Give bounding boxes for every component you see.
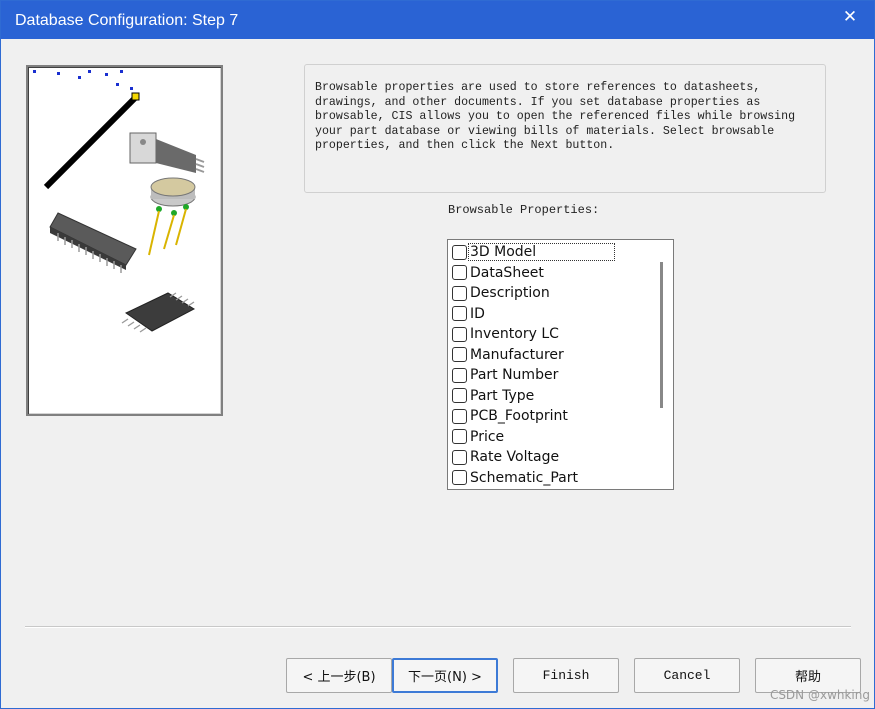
- property-label: PCB_Footprint: [470, 408, 568, 424]
- checkbox[interactable]: [452, 326, 467, 342]
- browsable-properties-label: Browsable Properties:: [448, 203, 600, 217]
- finish-button[interactable]: Finish: [513, 658, 619, 693]
- window-title: Database Configuration: Step 7: [15, 12, 239, 29]
- property-label: Price: [470, 428, 505, 445]
- list-item[interactable]: PCB_Footprint: [452, 406, 652, 426]
- checkbox[interactable]: [452, 285, 467, 301]
- list-item[interactable]: Schematic_Part: [452, 468, 652, 488]
- property-label: Rate Voltage: [470, 449, 560, 465]
- wizard-wand-icon: [43, 92, 140, 190]
- list-item[interactable]: Manufacturer: [452, 345, 652, 365]
- checkbox[interactable]: [452, 388, 467, 403]
- checkbox[interactable]: [452, 367, 467, 383]
- checkbox[interactable]: [452, 408, 467, 424]
- checkbox[interactable]: [452, 244, 467, 260]
- watermark-text: CSDN @xwhking: [769, 688, 870, 702]
- title-bar[interactable]: Database Configuration: Step 7 ✕: [1, 1, 874, 39]
- property-label: DataSheet: [470, 264, 544, 281]
- checkbox[interactable]: [452, 306, 467, 321]
- cancel-button[interactable]: Cancel: [634, 658, 740, 693]
- property-label: ID: [470, 305, 485, 322]
- property-label: Manufacturer: [470, 346, 564, 363]
- list-item[interactable]: DataSheet: [452, 263, 652, 283]
- property-label: Part Type: [470, 387, 535, 404]
- browsable-properties-list[interactable]: 3D Model DataSheet Description ID Invent…: [447, 239, 674, 490]
- back-button[interactable]: < 上一步(B): [286, 658, 392, 693]
- checkbox[interactable]: [452, 449, 467, 465]
- property-label: Schematic_Part: [470, 469, 579, 486]
- checkbox[interactable]: [452, 265, 467, 280]
- wizard-illustration: [26, 65, 223, 416]
- list-item[interactable]: Price: [452, 427, 652, 447]
- property-label: Part Number: [470, 367, 559, 383]
- description-panel: Browsable properties are used to store r…: [304, 64, 826, 193]
- next-button[interactable]: 下一页(N) >: [392, 658, 498, 693]
- list-item[interactable]: Part Type: [452, 386, 652, 406]
- scrollbar-thumb[interactable]: [660, 262, 663, 408]
- separator: [25, 626, 851, 628]
- checkbox[interactable]: [452, 347, 467, 362]
- close-icon[interactable]: ✕: [838, 6, 862, 28]
- list-item[interactable]: Rate Voltage: [452, 447, 652, 467]
- property-label: Description: [470, 285, 550, 301]
- property-label: 3D Model: [467, 243, 616, 261]
- checkbox[interactable]: [452, 429, 467, 444]
- list-item[interactable]: ID: [452, 304, 652, 324]
- checkbox[interactable]: [452, 470, 467, 485]
- list-item[interactable]: 3D Model: [452, 242, 652, 262]
- property-label: Inventory LC: [470, 326, 559, 342]
- description-text: Browsable properties are used to store r…: [315, 81, 796, 153]
- dialog-window: Database Configuration: Step 7 ✕ Browsab…: [0, 0, 875, 709]
- list-item[interactable]: Description: [452, 283, 652, 303]
- list-item[interactable]: Part Number: [452, 365, 652, 385]
- list-item[interactable]: Inventory LC: [452, 324, 652, 344]
- chip-illustration: [33, 70, 205, 333]
